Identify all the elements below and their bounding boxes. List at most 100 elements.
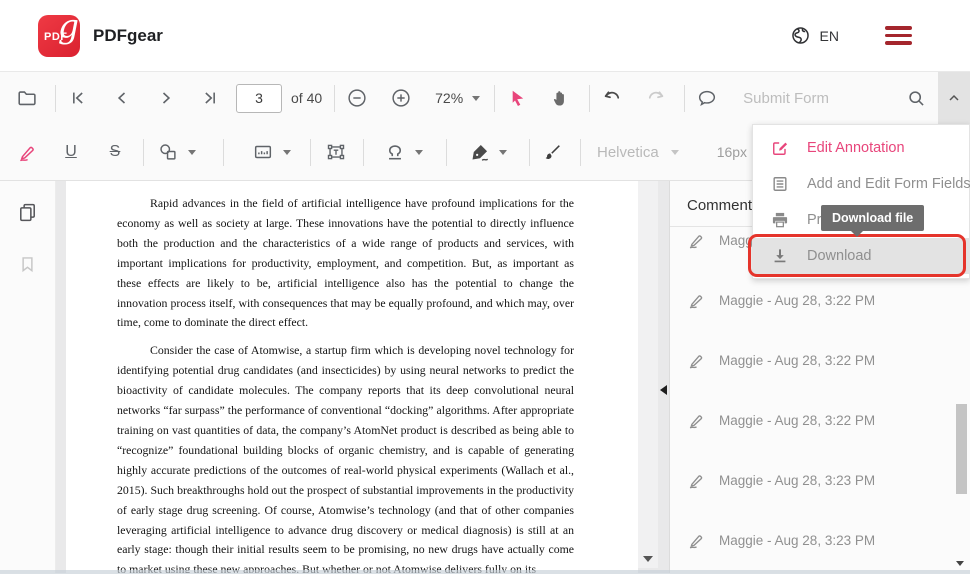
underline-tool-button[interactable]: U [49,133,93,171]
speech-bubble-icon [696,87,718,109]
comment-label: Maggie - Aug 28, 3:23 PM [719,531,875,550]
document-text: Rapid advances in the field of artificia… [117,194,574,573]
scroll-down-icon[interactable] [643,556,653,562]
shapes-icon [157,141,179,163]
main-toolbar: of 40 72% [0,72,970,124]
comment-item[interactable]: Maggie - Aug 28, 3:23 PM [670,467,970,527]
strikethrough-tool-button[interactable]: S [93,133,137,171]
previous-page-button[interactable] [100,79,144,117]
language-label: EN [820,28,839,44]
highlight-tool-button[interactable] [5,133,49,171]
paragraph: Consider the case of Atomwise, a startup… [117,341,574,573]
hand-tool-button[interactable] [539,79,583,117]
header-actions: EN [790,25,912,46]
main-dropdown-menu: Edit Annotation Add and Edit Form Fields… [752,124,970,279]
left-sidebar [0,181,56,573]
download-tooltip: Download file [821,205,924,231]
last-page-icon [200,88,220,108]
window-bottom-edge [0,570,970,574]
comment-label: Maggie - Aug 28, 3:22 PM [719,411,875,430]
search-button[interactable] [894,79,938,117]
signature-tool-dropdown[interactable] [457,133,519,171]
globe-icon [790,25,811,46]
chevron-down-icon [472,96,480,101]
stamp-tool-dropdown[interactable] [372,133,434,171]
paragraph: Rapid advances in the field of artificia… [117,194,574,333]
stamp-icon [384,141,406,163]
pdfgear-logo[interactable]: PDF g [38,15,80,57]
text-box-tool-button[interactable] [311,133,361,171]
comment-item[interactable]: Maggie - Aug 28, 3:22 PM [670,287,970,347]
chevron-left-icon [112,88,132,108]
last-page-button[interactable] [188,79,232,117]
collapse-panel-button[interactable] [660,385,667,395]
bookmarks-panel-button[interactable] [14,251,42,277]
thumbnails-panel-button[interactable] [14,199,42,225]
chevron-right-icon [156,88,176,108]
menu-item-label: Download [807,248,872,264]
app-title: PDFgear [93,26,163,46]
annotation-pen-icon [687,531,706,550]
zoom-out-icon [346,87,368,109]
image-icon [252,141,274,163]
first-page-button[interactable] [56,79,100,117]
menu-item-download[interactable]: Download [753,238,969,274]
zoom-in-button[interactable] [379,79,423,117]
signature-pen-icon [469,142,490,163]
logo-pen-glyph: g [58,6,79,45]
comments-scroll-down-icon[interactable] [956,561,964,566]
chevron-down-icon [415,150,423,155]
zoom-level-dropdown[interactable]: 72% [435,90,480,106]
redo-button[interactable] [634,79,678,117]
comment-item[interactable]: Maggie - Aug 28, 3:23 PM [670,527,970,574]
menu-item-label: Add and Edit Form Fields [807,176,970,192]
comment-item[interactable]: Maggie - Aug 28, 3:22 PM [670,407,970,467]
menu-item-form-fields[interactable]: Add and Edit Form Fields [753,166,969,202]
menu-item-edit-annotation[interactable]: Edit Annotation [753,130,969,166]
chevron-down-icon [188,150,196,155]
font-size-label: 16px [717,144,747,160]
annotation-pen-icon [687,291,706,310]
select-tool-button[interactable] [495,79,539,117]
next-page-button[interactable] [144,79,188,117]
toolbar-divider [143,139,144,166]
chevron-down-icon [671,150,679,155]
comments-scrollbar-thumb[interactable] [956,404,967,494]
toolbar-divider [223,139,224,166]
language-selector[interactable]: EN [790,25,839,46]
chevron-down-icon [499,150,507,155]
image-tool-dropdown[interactable] [240,133,302,171]
highlighter-icon [17,142,38,163]
brush-tool-button[interactable] [530,133,574,171]
collapse-toolbar-button[interactable] [938,72,970,124]
document-area: Rapid advances in the field of artificia… [56,181,669,573]
underline-icon: U [65,143,77,161]
toolbar-divider [580,139,581,166]
comment-label: Maggie - Aug 28, 3:22 PM [719,351,875,370]
font-family-dropdown[interactable]: Helvetica [597,144,679,161]
comment-item[interactable]: Maggie - Aug 28, 3:22 PM [670,347,970,407]
main-menu-button[interactable] [885,26,912,45]
zoom-out-button[interactable] [335,79,379,117]
shapes-tool-dropdown[interactable] [145,133,207,171]
hand-icon [551,88,571,108]
document-scrollbar[interactable] [638,181,658,568]
menu-item-label: Edit Annotation [807,140,905,156]
page-number-input[interactable] [236,84,282,113]
zoom-in-icon [390,87,412,109]
brush-icon [542,142,563,163]
toolbar-divider [446,139,447,166]
pages-icon [16,201,39,224]
toolbar-divider [363,139,364,166]
undo-button[interactable] [590,79,634,117]
submit-form-button[interactable]: Submit Form [743,90,829,107]
form-fields-icon [770,174,790,194]
bookmark-icon [17,254,38,275]
annotation-pen-icon [687,411,706,430]
zoom-level-label: 72% [435,90,463,106]
comment-tool-button[interactable] [685,79,729,117]
download-icon [770,246,790,266]
annotation-pen-icon [687,351,706,370]
open-file-button[interactable] [5,79,49,117]
chevron-up-icon [946,90,962,106]
